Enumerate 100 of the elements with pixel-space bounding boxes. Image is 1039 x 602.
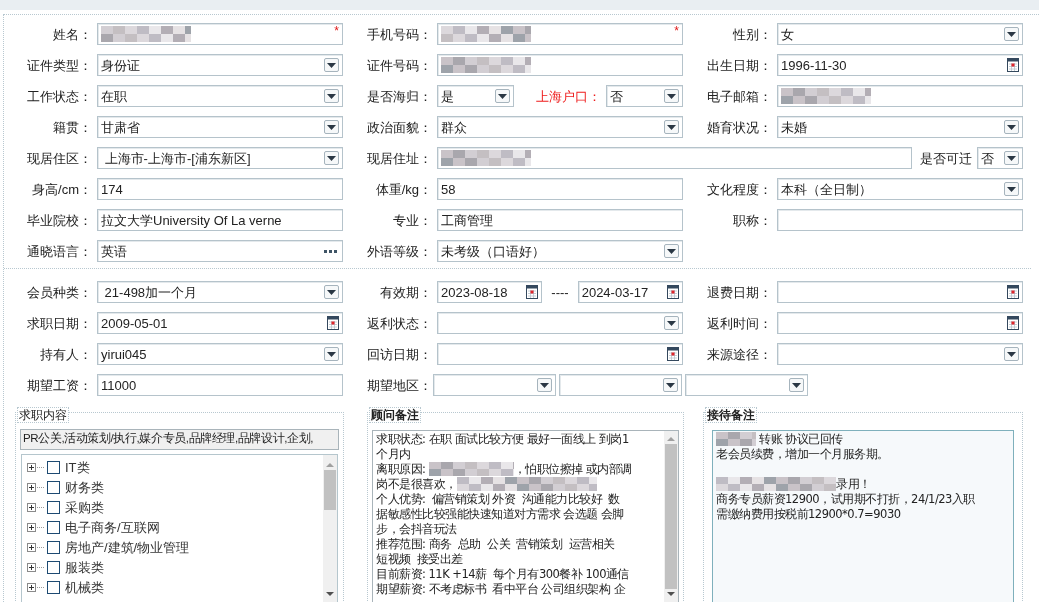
- field-label: 出生日期：: [706, 58, 772, 72]
- field-label: 身高/cm：: [31, 182, 92, 196]
- expand-icon[interactable]: [27, 503, 45, 512]
- field-label: 证件类型：: [26, 58, 92, 72]
- dropdown-field[interactable]: 上海市-上海市-[浦东新区]: [97, 147, 343, 169]
- text-field[interactable]: [437, 54, 683, 76]
- dropdown-field[interactable]: 本科（全日制）: [777, 178, 1023, 200]
- calendar-icon[interactable]: [1007, 58, 1019, 72]
- field-label: 有效期：: [379, 285, 432, 299]
- lookup-field[interactable]: 英语: [97, 240, 343, 262]
- expand-icon[interactable]: [27, 463, 45, 472]
- scrollbar[interactable]: [323, 454, 337, 602]
- checkbox[interactable]: [47, 521, 60, 534]
- text-field[interactable]: 拉文大学University Of La verne: [97, 209, 343, 231]
- tree-item-label[interactable]: 采购类: [65, 497, 104, 518]
- tree-item-label[interactable]: 财务类: [65, 477, 104, 498]
- scroll-thumb[interactable]: [324, 469, 336, 510]
- date-field[interactable]: [777, 281, 1023, 303]
- tree-item-label[interactable]: 服装类: [65, 557, 104, 578]
- range-separator: ----: [551, 285, 569, 299]
- checkbox[interactable]: [47, 481, 60, 494]
- dropdown-field[interactable]: 21-498加一个月: [97, 281, 343, 303]
- field-label: 姓名：: [52, 27, 92, 41]
- calendar-icon[interactable]: [1007, 316, 1019, 330]
- field-label: 退费日期：: [706, 285, 772, 299]
- dropdown-field[interactable]: 未婚: [777, 116, 1023, 138]
- dropdown-field[interactable]: 是: [437, 85, 514, 107]
- field-label: 是否可迁: [920, 151, 972, 165]
- text-field[interactable]: *: [97, 23, 343, 45]
- expand-icon[interactable]: [27, 543, 45, 552]
- tree-item-label[interactable]: 房地产/建筑/物业管理: [65, 537, 190, 558]
- calendar-icon[interactable]: [327, 316, 339, 330]
- dropdown-field[interactable]: [437, 312, 683, 334]
- expand-icon[interactable]: [27, 583, 45, 592]
- blurred-text: [716, 432, 756, 446]
- field-label: 证件号码：: [366, 58, 432, 72]
- note-text: 短视频 接受出差: [376, 551, 463, 567]
- tree-item-label[interactable]: IT类: [65, 457, 90, 478]
- text-field[interactable]: [777, 209, 1023, 231]
- calendar-icon[interactable]: [1007, 285, 1019, 299]
- date-field[interactable]: 2023-08-18: [437, 281, 543, 303]
- date-field[interactable]: 1996-11-30: [777, 54, 1023, 76]
- notes-textarea[interactable]: [372, 429, 679, 602]
- tree-item-label[interactable]: 机械类: [65, 577, 104, 598]
- dropdown-field[interactable]: 否: [977, 147, 1023, 169]
- field-label: 上海户口：: [535, 89, 601, 103]
- scroll-thumb[interactable]: [665, 443, 677, 589]
- field-label: 电子邮箱：: [706, 89, 772, 103]
- calendar-icon[interactable]: [667, 347, 679, 361]
- calendar-icon[interactable]: [526, 285, 539, 299]
- expand-icon[interactable]: [27, 523, 45, 532]
- field-label: 专业：: [392, 213, 432, 227]
- dropdown-field[interactable]: [559, 374, 682, 396]
- notes-textarea[interactable]: 转账 协议已回传 老会员续费，增加一个月服务期。 录用！ 商务专员薪资12900，试用期不打折，24/1/23入职 需缴纳费用按税前12900*0.7=9030: [712, 429, 1014, 602]
- dropdown-field[interactable]: [685, 374, 808, 396]
- note-text: 步，会抖音玩法: [376, 521, 457, 537]
- dropdown-field[interactable]: 群众: [437, 116, 683, 138]
- field-label: 毕业院校：: [26, 213, 92, 227]
- summary-field[interactable]: PR公关,活动策划/执行,媒介专员,品牌经理,品牌设计,企划,: [20, 428, 339, 450]
- field-label: 现居住址：: [366, 151, 432, 165]
- scrollbar[interactable]: [664, 430, 678, 602]
- field-label: 期望地区：: [366, 378, 432, 392]
- dropdown-field[interactable]: 未考级（口语好）: [437, 240, 683, 262]
- text-field[interactable]: 58: [437, 178, 683, 200]
- tree-item-label[interactable]: 电子商务/互联网: [65, 517, 160, 538]
- date-field[interactable]: [437, 343, 683, 365]
- text-field[interactable]: 11000: [97, 374, 343, 396]
- dropdown-field[interactable]: 否: [606, 85, 683, 107]
- checkbox[interactable]: [47, 461, 60, 474]
- dropdown-field[interactable]: 女: [777, 23, 1023, 45]
- dropdown-field[interactable]: [433, 374, 556, 396]
- field-label: 外语等级：: [366, 244, 432, 258]
- field-label: 体重/kg：: [374, 182, 432, 196]
- checkbox[interactable]: [47, 581, 60, 594]
- field-label: 籍贯：: [52, 120, 92, 134]
- required-mark: *: [334, 25, 339, 37]
- note-text: 求职状态: 在职 面试比较方便 最好一面线上 到岗1: [376, 431, 629, 447]
- checkbox[interactable]: [47, 541, 60, 554]
- date-field[interactable]: [777, 312, 1023, 334]
- dropdown-field[interactable]: 身份证: [97, 54, 343, 76]
- text-field[interactable]: [437, 147, 912, 169]
- expand-icon[interactable]: [27, 563, 45, 572]
- checkbox[interactable]: [47, 501, 60, 514]
- dropdown-field[interactable]: 在职: [97, 85, 343, 107]
- text-field[interactable]: 工商管理: [437, 209, 683, 231]
- date-field[interactable]: 2024-03-17: [577, 281, 683, 303]
- calendar-icon[interactable]: [667, 285, 679, 299]
- dropdown-field[interactable]: yirui045: [97, 343, 343, 365]
- checkbox[interactable]: [47, 561, 60, 574]
- text-field[interactable]: [777, 85, 1023, 107]
- text-field[interactable]: *: [437, 23, 683, 45]
- dropdown-field[interactable]: 甘肃省: [97, 116, 343, 138]
- dropdown-field[interactable]: [777, 343, 1023, 365]
- expand-icon[interactable]: [27, 483, 45, 492]
- note-text: 老会员续费，增加一个月服务期。: [716, 446, 889, 462]
- field-label: 返利状态：: [366, 316, 432, 330]
- note-text: 需缴纳费用按税前12900*0.7=9030: [716, 506, 901, 522]
- text-field[interactable]: 174: [97, 178, 343, 200]
- date-field[interactable]: 2009-05-01: [97, 312, 343, 334]
- more-icon[interactable]: [324, 249, 337, 253]
